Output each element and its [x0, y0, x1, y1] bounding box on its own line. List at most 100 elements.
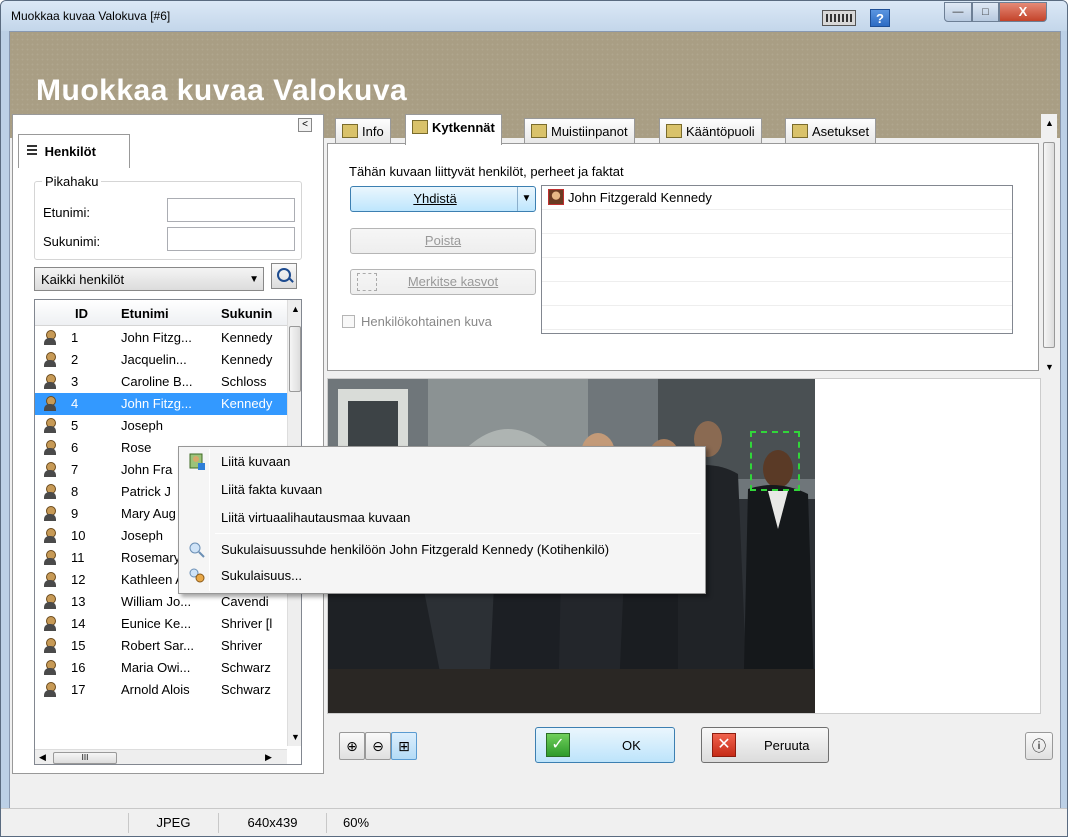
zoom-out-button[interactable]: ⊖	[365, 732, 391, 760]
cell-id: 10	[71, 528, 86, 543]
tab-info[interactable]: Info	[335, 118, 391, 144]
person-icon	[43, 484, 57, 500]
menu-item-label: Liitä fakta kuvaan	[221, 482, 323, 497]
cell-last-name: Shriver	[221, 638, 263, 653]
cell-first-name: Caroline B...	[121, 374, 193, 389]
tab-asetukset-label: Asetukset	[812, 124, 870, 139]
cell-first-name: John Fitzg...	[121, 396, 192, 411]
person-filter-select[interactable]: Kaikki henkilöt ▼	[34, 267, 264, 291]
checkmark-icon: ✓	[546, 733, 570, 757]
cell-first-name: William Jo...	[121, 594, 192, 609]
cell-id: 1	[71, 330, 79, 345]
page-title: Muokkaa kuvaa Valokuva	[36, 74, 408, 107]
cell-id: 6	[71, 440, 79, 455]
menu-item-kinship[interactable]: Sukulaisuus...	[181, 563, 703, 589]
collapse-panel-button[interactable]: <	[298, 118, 312, 132]
tab-henkilot[interactable]: Henkilöt	[18, 134, 130, 168]
menu-item-attach-virtual-cemetery[interactable]: Liitä virtuaalihautausmaa kuvaan	[181, 505, 703, 531]
help-icon[interactable]: ?	[870, 9, 890, 27]
person-icon	[43, 572, 57, 588]
settings-icon	[792, 124, 808, 138]
table-row[interactable]: 15 Robert Sar... Shriver	[35, 635, 287, 657]
first-name-field[interactable]	[167, 198, 295, 222]
list-item	[542, 306, 1012, 330]
tab-kytkennat[interactable]: Kytkennät	[405, 114, 502, 145]
personal-image-checkbox[interactable]	[342, 315, 355, 328]
search-button[interactable]	[271, 263, 297, 289]
table-row[interactable]: 17 Arnold Alois Schwarz	[35, 679, 287, 701]
menu-item-attach-to-image[interactable]: Liitä kuvaan	[181, 449, 703, 475]
tab-muistiinpanot[interactable]: Muistiinpanot	[524, 118, 635, 144]
cell-last-name: Schwarz	[221, 682, 271, 697]
cell-id: 17	[71, 682, 86, 697]
person-icon	[43, 374, 57, 390]
tab-muistiinpanot-label: Muistiinpanot	[551, 124, 628, 139]
zoom-in-button[interactable]: ⊕	[339, 732, 365, 760]
connect-button[interactable]: Yhdistä ▼	[350, 186, 536, 212]
table-row[interactable]: 4 John Fitzg... Kennedy	[35, 393, 287, 415]
scroll-up-icon[interactable]: ▲	[1045, 118, 1054, 128]
title-bar[interactable]: Muokkaa kuvaa Valokuva [#6] ? — □ X	[1, 1, 1067, 31]
status-zoom: 60%	[343, 815, 370, 830]
table-hscroll-thumb[interactable]: III	[53, 752, 117, 764]
tab-kaantopuoli[interactable]: Kääntöpuoli	[659, 118, 762, 144]
personal-image-label: Henkilökohtainen kuva	[361, 314, 492, 329]
flip-side-icon	[666, 124, 682, 138]
chevron-down-icon[interactable]: ▼	[517, 187, 535, 211]
last-name-label: Sukunimi:	[43, 234, 101, 249]
last-name-field[interactable]	[167, 227, 295, 251]
info-card-icon	[342, 124, 358, 138]
linked-items-list[interactable]: John Fitzgerald Kennedy	[541, 185, 1013, 334]
zoom-out-icon: ⊖	[372, 738, 384, 754]
panel-vscroll-thumb[interactable]	[1043, 142, 1055, 348]
table-vscroll-thumb[interactable]	[289, 326, 301, 392]
minimize-button[interactable]: —	[944, 2, 972, 22]
table-row[interactable]: 14 Eunice Ke... Shriver [l	[35, 613, 287, 635]
detail-tabs: Info Kytkennät Muistiinpanot Kääntöpuoli…	[327, 114, 1037, 145]
connect-button-label: Yhdistä	[413, 191, 457, 206]
menu-item-label: Sukulaisuus...	[221, 568, 302, 583]
cancel-button[interactable]: ✕ Peruuta	[701, 727, 829, 763]
fit-to-window-button[interactable]: ⊞	[391, 732, 417, 760]
scroll-up-icon[interactable]: ▲	[291, 304, 300, 314]
table-row[interactable]: 13 William Jo... Cavendi	[35, 591, 287, 613]
list-item[interactable]: John Fitzgerald Kennedy	[542, 186, 1012, 210]
scroll-right-icon[interactable]: ▶	[265, 752, 272, 763]
face-marker[interactable]	[750, 431, 800, 491]
person-icon	[43, 638, 57, 654]
table-hscrollbar[interactable]: ◀ III ▶	[35, 749, 287, 764]
list-item	[542, 258, 1012, 282]
person-list-icon	[27, 145, 37, 157]
column-last-name[interactable]: Sukunin	[221, 306, 272, 321]
table-row[interactable]: 3 Caroline B... Schloss	[35, 371, 287, 393]
remove-button-label: Poista	[424, 233, 462, 248]
column-first-name[interactable]: Etunimi	[121, 306, 169, 321]
cell-first-name: Maria Owi...	[121, 660, 191, 675]
close-button[interactable]: X	[999, 2, 1047, 22]
tab-asetukset[interactable]: Asetukset	[785, 118, 877, 144]
table-row[interactable]: 16 Maria Owi... Schwarz	[35, 657, 287, 679]
person-icon	[43, 594, 57, 610]
keyboard-icon[interactable]	[822, 10, 856, 26]
info-button[interactable]: ⓘ	[1025, 732, 1053, 760]
scroll-down-icon[interactable]: ▼	[291, 732, 300, 742]
menu-item-attach-fact[interactable]: Liitä fakta kuvaan	[181, 477, 703, 503]
cell-id: 16	[71, 660, 86, 675]
table-row[interactable]: 5 Joseph	[35, 415, 287, 437]
column-id[interactable]: ID	[75, 306, 88, 321]
panel-vscrollbar[interactable]: ▲ ▼	[1041, 114, 1057, 376]
menu-item-relationship-to-home-person[interactable]: Sukulaisuussuhde henkilöön John Fitzgera…	[181, 537, 703, 563]
relationship-search-icon	[188, 541, 206, 559]
scroll-left-icon[interactable]: ◀	[39, 752, 46, 763]
ok-button[interactable]: ✓ OK	[535, 727, 675, 763]
cell-last-name: Schwarz	[221, 660, 271, 675]
chevron-down-icon: ▼	[249, 274, 259, 285]
cell-first-name: Joseph	[121, 418, 163, 433]
table-row[interactable]: 2 Jacquelin... Kennedy	[35, 349, 287, 371]
scroll-down-icon[interactable]: ▼	[1045, 362, 1054, 372]
maximize-button[interactable]: □	[972, 2, 999, 22]
mark-faces-button[interactable]: Merkitse kasvot	[350, 269, 536, 295]
remove-button[interactable]: Poista	[350, 228, 536, 254]
table-row[interactable]: 1 John Fitzg... Kennedy	[35, 327, 287, 349]
people-link-icon	[412, 120, 428, 134]
